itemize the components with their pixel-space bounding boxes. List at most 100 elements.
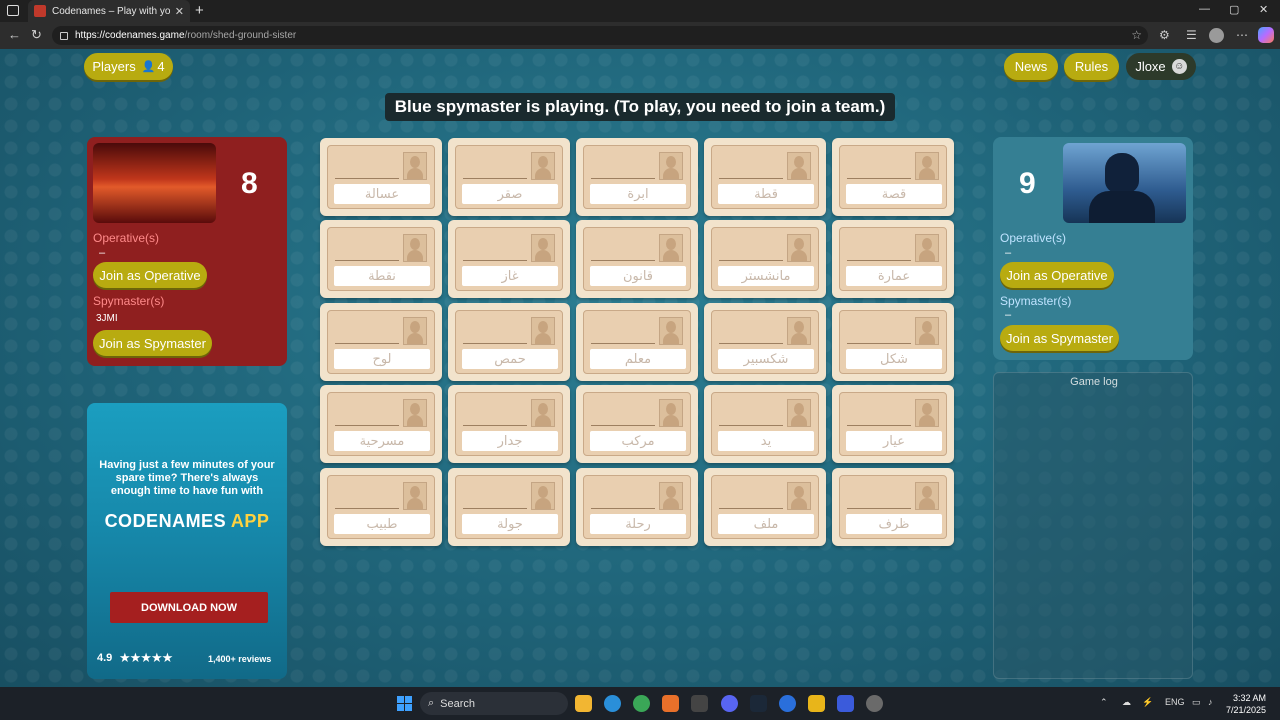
word-card[interactable]: قانون: [576, 220, 698, 298]
card-word: قانون: [590, 266, 686, 286]
word-card[interactable]: لوح: [320, 303, 442, 381]
app-icon-yellow[interactable]: [808, 695, 825, 712]
copilot-icon[interactable]: [1258, 27, 1274, 43]
card-line: [463, 260, 527, 261]
word-card[interactable]: شكسبير: [704, 303, 826, 381]
word-card[interactable]: عسالة: [320, 138, 442, 216]
word-card[interactable]: يد: [704, 385, 826, 463]
app-icon-dark[interactable]: [691, 695, 708, 712]
app-icon-blue[interactable]: [779, 695, 796, 712]
new-tab-icon[interactable]: +: [195, 2, 204, 19]
minimize-icon[interactable]: —: [1199, 3, 1210, 15]
word-card[interactable]: نقطة: [320, 220, 442, 298]
user-name: Jloxe: [1135, 59, 1166, 74]
edge-icon[interactable]: [604, 695, 621, 712]
volume-icon[interactable]: ♪: [1208, 697, 1213, 707]
chrome-icon[interactable]: [633, 695, 650, 712]
word-card[interactable]: ابرة: [576, 138, 698, 216]
word-card[interactable]: مسرحية: [320, 385, 442, 463]
card-word: معلم: [590, 349, 686, 369]
steam-icon[interactable]: [750, 695, 767, 712]
word-card[interactable]: معلم: [576, 303, 698, 381]
ad-rating: 4.9: [97, 652, 113, 664]
display-icon[interactable]: ▭: [1192, 697, 1201, 708]
rules-button[interactable]: Rules: [1064, 53, 1119, 80]
word-card[interactable]: رحلة: [576, 468, 698, 546]
more-menu-icon[interactable]: ⋯: [1236, 28, 1248, 42]
download-now-button[interactable]: DOWNLOAD NOW: [110, 592, 268, 623]
agent-portrait-icon: [915, 399, 939, 427]
word-card[interactable]: قصة: [832, 138, 954, 216]
profile-avatar[interactable]: [1209, 28, 1224, 43]
news-button[interactable]: News: [1004, 53, 1058, 80]
agent-portrait-icon: [403, 234, 427, 262]
app-icon-orange[interactable]: [662, 695, 679, 712]
card-face: مركب: [583, 392, 691, 456]
word-card[interactable]: طبيب: [320, 468, 442, 546]
agent-portrait-icon: [659, 482, 683, 510]
blue-operatives-value: –: [1005, 247, 1012, 259]
back-icon[interactable]: ←: [8, 27, 21, 42]
taskbar-search[interactable]: ⌕ Search: [420, 692, 568, 715]
ad-logo: CODENAMES APP: [87, 511, 287, 532]
favorites-icon[interactable]: ☰: [1186, 28, 1197, 42]
agent-portrait-icon: [915, 482, 939, 510]
windows-start-icon[interactable]: [397, 696, 412, 711]
user-menu-button[interactable]: Jloxe ☺: [1126, 53, 1196, 80]
language-indicator[interactable]: ENG: [1165, 697, 1185, 707]
word-card[interactable]: ظرف: [832, 468, 954, 546]
network-icon[interactable]: ⚡: [1142, 697, 1153, 708]
blue-spymasters-value: –: [1005, 309, 1012, 321]
word-card[interactable]: جولة: [448, 468, 570, 546]
address-bar[interactable]: https://codenames.game/room/shed-ground-…: [52, 26, 1148, 45]
word-card[interactable]: غاز: [448, 220, 570, 298]
browser-tab[interactable]: Codenames – Play with your Frie ✕: [28, 0, 190, 22]
card-line: [719, 508, 783, 509]
red-join-operative-button[interactable]: Join as Operative: [93, 262, 207, 288]
red-join-spymaster-button[interactable]: Join as Spymaster: [93, 330, 212, 356]
word-card[interactable]: قطة: [704, 138, 826, 216]
card-face: حمص: [455, 310, 563, 374]
file-explorer-icon[interactable]: [575, 695, 592, 712]
word-card[interactable]: مركب: [576, 385, 698, 463]
word-card[interactable]: مانشستر: [704, 220, 826, 298]
red-spymaster-name: 3JMI: [96, 313, 118, 324]
card-line: [591, 343, 655, 344]
word-card[interactable]: صقر: [448, 138, 570, 216]
cloud-icon[interactable]: ☁: [1122, 697, 1131, 708]
word-card[interactable]: شكل: [832, 303, 954, 381]
tab-actions-icon[interactable]: [7, 5, 19, 16]
tray-chevron-icon[interactable]: ⌃: [1100, 697, 1108, 708]
card-line: [719, 425, 783, 426]
close-tab-icon[interactable]: ✕: [175, 5, 184, 18]
card-face: ملف: [711, 475, 819, 539]
blue-join-operative-button[interactable]: Join as Operative: [1000, 262, 1114, 288]
card-word: شكسبير: [718, 349, 814, 369]
word-card[interactable]: ملف: [704, 468, 826, 546]
blue-join-spymaster-button[interactable]: Join as Spymaster: [1000, 325, 1119, 351]
browser-tabbar: Codenames – Play with your Frie ✕ + — ▢ …: [0, 0, 1280, 22]
close-window-icon[interactable]: ✕: [1259, 3, 1268, 16]
agent-portrait-icon: [403, 152, 427, 180]
extensions-icon[interactable]: ⚙: [1159, 28, 1170, 42]
word-card[interactable]: حمص: [448, 303, 570, 381]
restore-icon[interactable]: ▢: [1229, 3, 1239, 16]
blue-team-panel: 9 Operative(s) – Join as Operative Spyma…: [993, 137, 1193, 360]
card-word: جدار: [462, 431, 558, 451]
word-card[interactable]: عيار: [832, 385, 954, 463]
word-card[interactable]: جدار: [448, 385, 570, 463]
word-card[interactable]: عمارة: [832, 220, 954, 298]
favorite-star-icon[interactable]: ☆: [1131, 28, 1142, 42]
app-ad-banner[interactable]: Having just a few minutes of your spare …: [87, 403, 287, 679]
players-button[interactable]: Players 👤 4: [84, 53, 173, 80]
reload-icon[interactable]: ↻: [31, 27, 42, 43]
players-count: 4: [157, 59, 165, 74]
app-icon-gray[interactable]: [866, 695, 883, 712]
clock[interactable]: 3:32 AM 7/21/2025: [1226, 692, 1266, 716]
agent-portrait-icon: [787, 482, 811, 510]
app-icon-indigo[interactable]: [837, 695, 854, 712]
discord-icon[interactable]: [721, 695, 738, 712]
ad-logo-app: APP: [230, 511, 270, 531]
card-line: [591, 260, 655, 261]
card-face: قصة: [839, 145, 947, 209]
